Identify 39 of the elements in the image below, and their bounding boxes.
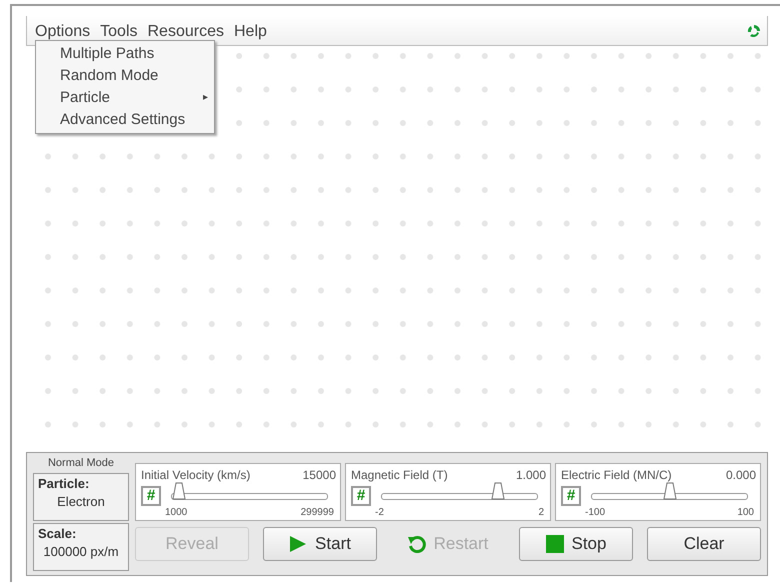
- slider-min: -100: [585, 508, 606, 518]
- control-button[interactable]: Start: [263, 527, 377, 561]
- control-button[interactable]: Stop: [519, 527, 633, 561]
- slider-min: 1000: [165, 508, 188, 518]
- slider-max: 299999: [300, 508, 334, 518]
- menu-option[interactable]: Advanced Settings: [60, 109, 186, 131]
- slider-reading: 1.000: [516, 468, 546, 482]
- scale-label: Scale:: [38, 526, 78, 541]
- mode-label: Normal Mode: [46, 457, 116, 471]
- menu-item[interactable]: Help: [232, 20, 275, 40]
- particle-value: Electron: [56, 494, 106, 509]
- slider-max: 2: [538, 508, 544, 518]
- slider-thumb[interactable]: [172, 482, 186, 500]
- control-button[interactable]: Clear: [647, 527, 761, 561]
- slider-min: -2: [375, 508, 384, 518]
- menu-option[interactable]: Multiple Paths: [60, 43, 154, 65]
- slider-label: Initial Velocity (km/s): [141, 468, 250, 482]
- menu-option[interactable]: Random Mode: [60, 65, 158, 87]
- refresh-icon[interactable]: [747, 24, 761, 38]
- menu-item[interactable]: Tools: [98, 20, 146, 40]
- slider-reading: 15000: [302, 468, 336, 482]
- slider-label: Electric Field (MN/C): [561, 468, 672, 482]
- slider-reading: 0.000: [726, 468, 756, 482]
- menu-item[interactable]: Options: [33, 20, 98, 40]
- menu-option[interactable]: Particle: [60, 87, 110, 109]
- play-icon: [289, 535, 308, 553]
- particle-label: Particle:: [38, 476, 90, 491]
- slider-thumb[interactable]: [662, 482, 676, 500]
- number-entry-button[interactable]: #: [351, 486, 371, 506]
- slider-thumb[interactable]: [491, 482, 506, 500]
- slider-max: 100: [737, 508, 754, 518]
- menu-item[interactable]: Resources: [146, 20, 232, 40]
- submenu-arrow-icon: ▸: [203, 87, 208, 109]
- slider-label: Magnetic Field (T): [351, 468, 448, 482]
- number-entry-button[interactable]: #: [561, 486, 581, 506]
- restart-icon: [408, 535, 426, 553]
- scale-value: 100000 px/m: [42, 544, 120, 559]
- stop-icon: [546, 535, 564, 553]
- number-entry-button[interactable]: #: [141, 486, 161, 506]
